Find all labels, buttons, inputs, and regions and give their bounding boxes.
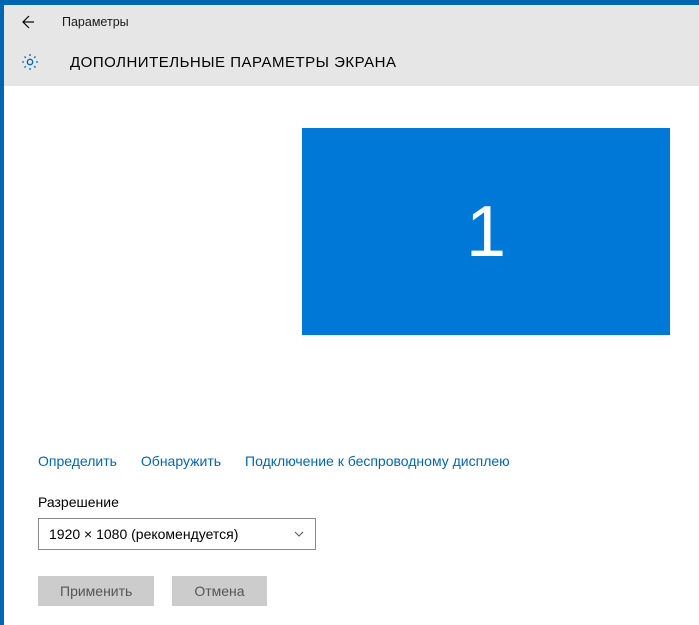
identify-link[interactable]: Определить: [38, 453, 117, 469]
resolution-section: Разрешение 1920 × 1080 (рекомендуется): [38, 494, 316, 550]
action-buttons: Применить Отмена: [38, 576, 267, 606]
display-preview-area: 1: [38, 86, 665, 444]
window-title: Параметры: [62, 15, 129, 29]
resolution-value: 1920 × 1080 (рекомендуется): [49, 526, 238, 542]
wireless-display-link[interactable]: Подключение к беспроводному дисплею: [245, 453, 510, 469]
chevron-down-icon: [293, 528, 305, 540]
resolution-label: Разрешение: [38, 494, 316, 510]
cancel-button[interactable]: Отмена: [172, 576, 266, 606]
titlebar: Параметры: [4, 5, 699, 38]
monitor-tile-1[interactable]: 1: [302, 128, 670, 335]
detect-link[interactable]: Обнаружить: [141, 453, 221, 469]
back-button[interactable]: [16, 11, 38, 33]
gear-icon: [20, 52, 40, 72]
page-header: ДОПОЛНИТЕЛЬНЫЕ ПАРАМЕТРЫ ЭКРАНА: [4, 38, 699, 86]
content-area: 1 Определить Обнаружить Подключение к бе…: [4, 86, 699, 625]
display-action-links: Определить Обнаружить Подключение к бесп…: [38, 453, 510, 469]
apply-button[interactable]: Применить: [38, 576, 154, 606]
back-arrow-icon: [19, 14, 35, 30]
resolution-dropdown[interactable]: 1920 × 1080 (рекомендуется): [38, 518, 316, 550]
monitor-number: 1: [466, 191, 506, 273]
page-title: ДОПОЛНИТЕЛЬНЫЕ ПАРАМЕТРЫ ЭКРАНА: [70, 54, 396, 71]
